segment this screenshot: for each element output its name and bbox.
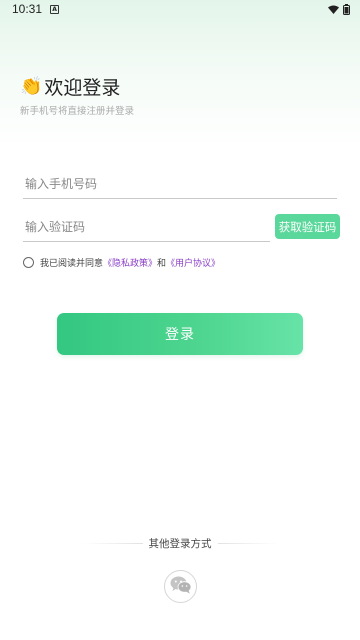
- verification-code-input[interactable]: [23, 212, 270, 241]
- battery-icon: [343, 3, 350, 15]
- agreement-row: 我已阅读并同意 《隐私政策》 和 《用户协议》: [23, 256, 220, 269]
- other-login-divider: 其他登录方式: [0, 535, 360, 551]
- status-bar: 10:31 A: [0, 0, 360, 18]
- page-title: 👏 欢迎登录: [20, 73, 120, 100]
- page-subtitle: 新手机号将直接注册并登录: [20, 106, 135, 117]
- divider-left: [82, 542, 143, 544]
- user-agreement-link[interactable]: 《用户协议》: [166, 256, 220, 269]
- divider-right: [217, 542, 278, 544]
- code-field-container: [23, 212, 270, 242]
- page-title-text: 欢迎登录: [44, 77, 121, 99]
- privacy-policy-link[interactable]: 《隐私政策》: [103, 256, 157, 269]
- status-icons: [328, 3, 350, 15]
- clapping-hands-icon: 👏: [20, 76, 43, 97]
- get-code-button[interactable]: 获取验证码: [275, 214, 340, 239]
- other-login-label: 其他登录方式: [148, 537, 212, 550]
- wifi-icon: [328, 5, 339, 14]
- agreement-and: 和: [157, 259, 167, 269]
- wechat-login-button[interactable]: [164, 570, 197, 603]
- login-button[interactable]: 登录: [57, 313, 303, 355]
- agreement-prefix: 我已阅读并同意: [40, 259, 104, 269]
- phone-field-container: [23, 169, 337, 199]
- a-badge-icon: A: [50, 4, 60, 14]
- agreement-checkbox[interactable]: [23, 257, 34, 268]
- status-time: 10:31: [12, 2, 43, 16]
- wechat-icon: [170, 576, 192, 598]
- phone-input[interactable]: [23, 169, 337, 198]
